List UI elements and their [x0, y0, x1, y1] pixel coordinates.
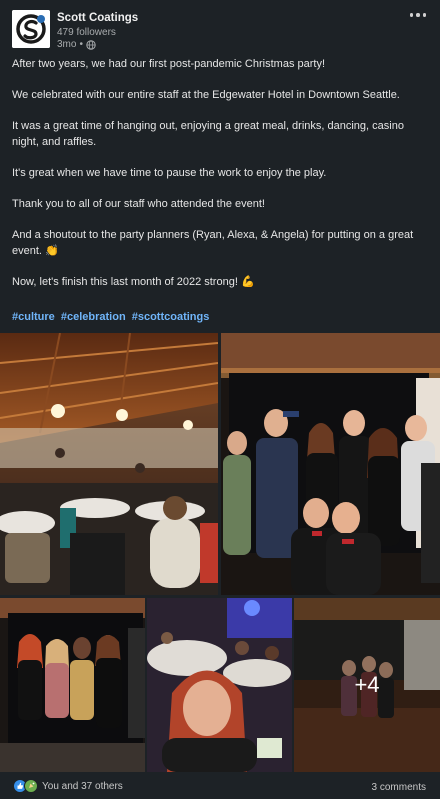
- post-paragraph: And a shoutout to the party planners (Ry…: [12, 229, 414, 257]
- celebrate-reaction-icon: [24, 779, 38, 793]
- photo-banquet-hall[interactable]: [0, 333, 218, 595]
- scott-coatings-logo-icon: [12, 10, 50, 48]
- post-paragraph: It was a great time of hanging out, enjo…: [12, 120, 404, 148]
- company-name[interactable]: Scott Coatings: [57, 12, 138, 24]
- post-paragraph: Thank you to all of our staff who attend…: [12, 198, 265, 210]
- photo-group[interactable]: [221, 333, 440, 595]
- reaction-count-text: You and 37 others: [42, 780, 123, 792]
- globe-icon: [86, 39, 96, 50]
- post-paragraph: After two years, we had our first post-p…: [12, 58, 326, 70]
- hashtag-culture[interactable]: #culture: [12, 311, 55, 323]
- photo-four-women[interactable]: [0, 598, 145, 772]
- hashtag-scottcoatings[interactable]: #scottcoatings: [132, 311, 210, 323]
- follower-count: 479 followers: [57, 27, 116, 38]
- meta-separator: •: [79, 39, 83, 50]
- more-options-icon[interactable]: [408, 8, 428, 22]
- company-logo[interactable]: [12, 10, 50, 48]
- comments-count[interactable]: 3 comments: [372, 782, 426, 793]
- post-paragraph: We celebrated with our entire staff at t…: [12, 89, 400, 101]
- post-body: After two years, we had our first post-p…: [12, 56, 430, 305]
- post-footer: You and 37 others 3 comments: [0, 774, 440, 799]
- photo-selfie[interactable]: [147, 598, 292, 772]
- post-meta: 3mo •: [57, 39, 96, 50]
- post-paragraph: Now, let's finish this last month of 202…: [12, 276, 255, 288]
- post-paragraph: It's great when we have time to pause th…: [12, 167, 327, 179]
- hashtag-celebration[interactable]: #celebration: [61, 311, 126, 323]
- hashtag-list: #culture #celebration #scottcoatings: [12, 311, 212, 323]
- more-photos-count[interactable]: +4: [294, 598, 440, 772]
- photo-more[interactable]: +4: [294, 598, 440, 772]
- reaction-summary[interactable]: You and 37 others: [14, 779, 123, 793]
- post-time: 3mo: [57, 39, 77, 50]
- post-header: Scott Coatings 479 followers 3mo •: [0, 0, 440, 52]
